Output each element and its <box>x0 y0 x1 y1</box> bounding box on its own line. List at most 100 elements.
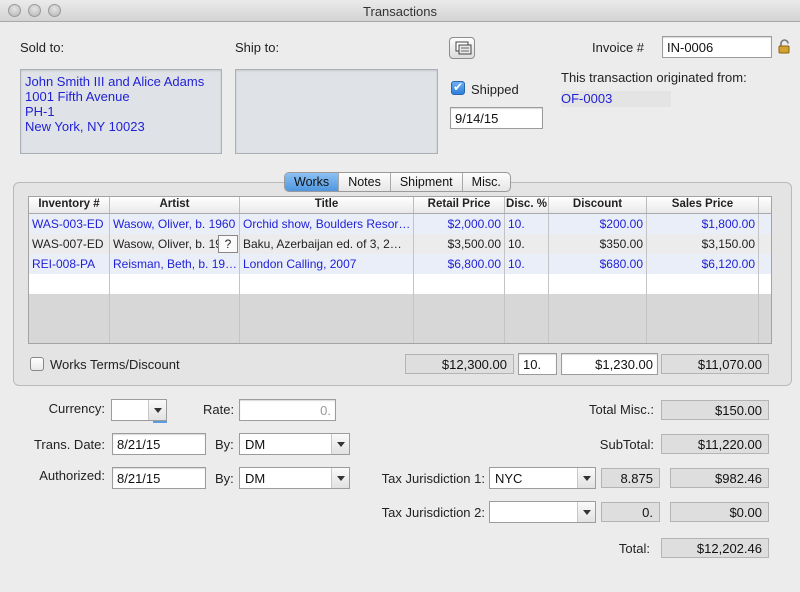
tax1-amount-field: $982.46 <box>670 468 769 488</box>
total-label: Total: <box>618 541 650 556</box>
cell-retail-price: $6,800.00 <box>414 254 505 274</box>
cell-empty <box>29 294 110 343</box>
col-discount[interactable]: Discount <box>549 197 647 213</box>
cell-retail-price: $3,500.00 <box>414 234 505 254</box>
terms-discount-field[interactable]: $1,230.00 <box>561 353 658 375</box>
cell-retail-price: $2,000.00 <box>414 214 505 234</box>
table-row[interactable]: REI-008-PA Reisman, Beth, b. 19… London … <box>29 254 771 274</box>
rate-label: Rate: <box>203 402 235 417</box>
origin-label: This transaction originated from: <box>561 70 747 85</box>
authorized-by-dropdown[interactable]: DM <box>239 467 350 489</box>
cell-inventory: WAS-003-ED <box>29 214 110 234</box>
tab-shipment[interactable]: Shipment <box>391 173 463 191</box>
table-row[interactable]: WAS-007-ED Wasow, Oliver, b. 19… Baku, A… <box>29 234 771 254</box>
cell-empty <box>549 294 647 343</box>
cell-empty <box>549 274 647 294</box>
tax2-dropdown[interactable] <box>489 501 596 523</box>
row-filler <box>759 254 771 274</box>
tab-notes[interactable]: Notes <box>339 173 391 191</box>
retail-total-field: $12,300.00 <box>405 354 514 374</box>
cell-disc-pct: 10. <box>505 254 549 274</box>
invoice-field[interactable]: IN-0006 <box>662 36 772 58</box>
table-empty-area <box>29 294 771 343</box>
row-filler <box>759 234 771 254</box>
tab-misc[interactable]: Misc. <box>463 173 510 191</box>
tax1-label: Tax Jurisdiction 1: <box>381 471 485 486</box>
total-misc-label: Total Misc.: <box>588 402 654 417</box>
invoice-label: Invoice # <box>592 40 645 55</box>
authorized-by-label: By: <box>215 471 234 486</box>
cell-empty <box>505 274 549 294</box>
col-inventory[interactable]: Inventory # <box>29 197 110 213</box>
trans-date-field[interactable]: 8/21/15 <box>112 433 206 455</box>
cell-title: Orchid show, Boulders Resor… <box>240 214 414 234</box>
chevron-down-icon <box>577 502 595 522</box>
cell-sales-price: $3,150.00 <box>647 234 759 254</box>
cell-sales-price: $1,800.00 <box>647 214 759 234</box>
cell-inventory: REI-008-PA <box>29 254 110 274</box>
table-row[interactable]: WAS-003-ED Wasow, Oliver, b. 1960 Orchid… <box>29 214 771 234</box>
row-filler <box>759 274 771 294</box>
terms-disc-pct-field[interactable]: 10. <box>518 353 557 375</box>
ship-to-label: Ship to: <box>235 40 280 55</box>
table-header: Inventory # Artist Title Retail Price Di… <box>29 197 771 214</box>
cell-empty <box>414 294 505 343</box>
sold-to-address[interactable]: John Smith III and Alice Adams 1001 Fift… <box>20 69 222 154</box>
tax1-rate-field: 8.875 <box>601 468 660 488</box>
ship-to-address[interactable] <box>235 69 438 154</box>
shipped-label: Shipped <box>471 82 519 97</box>
trans-date-label: Trans. Date: <box>33 437 105 452</box>
total-field: $12,202.46 <box>661 538 769 558</box>
window-title: Transactions <box>363 4 437 19</box>
cell-empty <box>505 294 549 343</box>
cell-artist: Reisman, Beth, b. 19… <box>110 254 240 274</box>
sold-to-label: Sold to: <box>20 40 65 55</box>
chevron-down-icon <box>148 400 166 420</box>
col-title[interactable]: Title <box>240 197 414 213</box>
currency-dropdown[interactable] <box>111 399 167 421</box>
table-row-empty[interactable] <box>29 274 771 294</box>
cell-discount: $350.00 <box>549 234 647 254</box>
tax2-rate-field: 0. <box>601 502 660 522</box>
col-disc-pct[interactable]: Disc. % <box>505 197 549 213</box>
origin-link[interactable]: OF-0003 <box>561 91 671 107</box>
authorized-date-field[interactable]: 8/21/15 <box>112 467 206 489</box>
cell-sales-price: $6,120.00 <box>647 254 759 274</box>
cell-discount: $680.00 <box>549 254 647 274</box>
tax1-dropdown[interactable]: NYC <box>489 467 596 489</box>
chevron-down-icon <box>331 468 349 488</box>
chevron-down-icon <box>331 434 349 454</box>
cell-title: London Calling, 2007 <box>240 254 414 274</box>
cell-empty <box>240 274 414 294</box>
lock-icon[interactable] <box>778 39 791 54</box>
row-filler <box>759 294 771 343</box>
sales-total-field: $11,070.00 <box>661 354 769 374</box>
tab-bar: Works Notes Shipment Misc. <box>284 172 511 192</box>
cell-empty <box>647 294 759 343</box>
authorized-by-value: DM <box>245 471 266 486</box>
cell-empty <box>240 294 414 343</box>
works-terms-checkbox[interactable] <box>30 357 44 371</box>
col-retail-price[interactable]: Retail Price <box>414 197 505 213</box>
cell-title: Baku, Azerbaijan ed. of 3, 2… <box>240 234 414 254</box>
col-sales-price[interactable]: Sales Price <box>647 197 759 213</box>
col-artist[interactable]: Artist <box>110 197 240 213</box>
rate-field[interactable]: 0. <box>239 399 336 421</box>
cell-discount: $200.00 <box>549 214 647 234</box>
trans-by-dropdown[interactable]: DM <box>239 433 350 455</box>
trans-by-value: DM <box>245 437 266 452</box>
subtotal-field: $11,220.00 <box>661 434 769 454</box>
copy-address-icon <box>455 41 472 55</box>
works-table: Inventory # Artist Title Retail Price Di… <box>28 196 772 344</box>
ship-date-field[interactable]: 9/14/15 <box>450 107 543 129</box>
cell-disc-pct: 10. <box>505 214 549 234</box>
tab-works[interactable]: Works <box>285 173 340 191</box>
row-filler <box>759 214 771 234</box>
cell-artist: Wasow, Oliver, b. 1960 <box>110 214 240 234</box>
cell-empty <box>110 294 240 343</box>
artist-lookup-button[interactable]: ? <box>218 235 238 253</box>
copy-address-button[interactable] <box>449 37 475 59</box>
shipped-checkbox[interactable] <box>451 80 465 95</box>
currency-focus-indicator <box>153 421 167 423</box>
cell-empty <box>110 274 240 294</box>
